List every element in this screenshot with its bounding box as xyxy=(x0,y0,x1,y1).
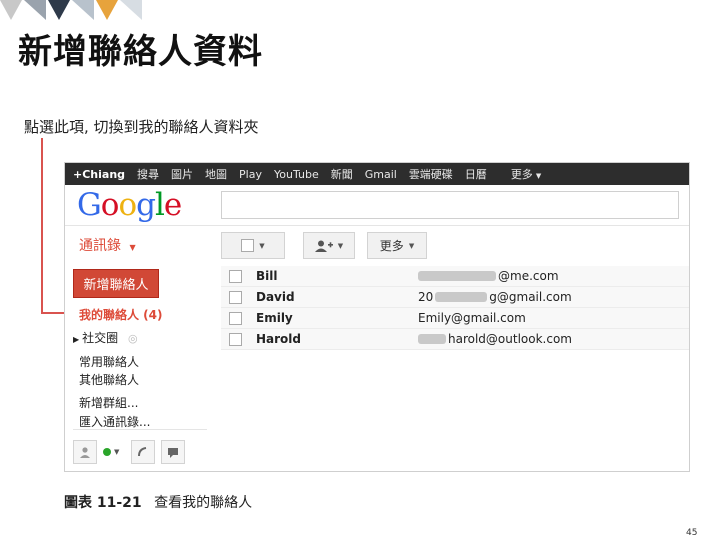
logo-letter: e xyxy=(163,187,182,223)
chat-button[interactable] xyxy=(161,440,186,464)
gbar-item-news[interactable]: 新聞 xyxy=(331,166,353,182)
gbar-item-calendar[interactable]: 日曆 xyxy=(465,166,487,182)
chat-bar: ▼ xyxy=(73,439,193,465)
gbar-item-drive[interactable]: 雲端硬碟 xyxy=(409,166,453,182)
chevron-down-icon: ▼ xyxy=(114,448,120,456)
circles-label: 社交圈 xyxy=(82,331,119,345)
gbar-item-maps[interactable]: 地圖 xyxy=(205,166,227,182)
page-number: 45 xyxy=(686,528,698,538)
table-row[interactable]: Harold harold@outlook.com xyxy=(221,329,689,350)
chevron-down-icon: ▼ xyxy=(259,241,265,250)
contact-email: Emily@gmail.com xyxy=(418,311,526,325)
contacts-screenshot: +Chiang 搜尋 圖片 地圖 Play YouTube 新聞 Gmail 雲… xyxy=(64,162,690,472)
chevron-down-icon: ▼ xyxy=(408,241,415,250)
more-actions-button[interactable]: 更多 ▼ xyxy=(367,232,427,259)
contacts-menu[interactable]: 通訊錄 ▼ xyxy=(79,235,136,255)
phone-icon xyxy=(138,447,147,457)
sidebar-divider xyxy=(73,429,207,430)
row-checkbox[interactable] xyxy=(229,290,242,304)
gbar-item-images[interactable]: 圖片 xyxy=(171,166,193,182)
add-person-icon xyxy=(314,240,333,252)
email-text: harold@outlook.com xyxy=(448,332,572,346)
select-checkbox-button[interactable]: ▼ xyxy=(221,232,285,259)
figure-number: 圖表 11-21 xyxy=(64,495,142,511)
table-row[interactable]: Bill @me.com xyxy=(221,266,689,287)
contacts-label: 通訊錄 xyxy=(79,238,121,254)
chevron-down-icon: ▼ xyxy=(535,172,542,180)
email-prefix: 20 xyxy=(418,290,434,304)
add-to-circles-button[interactable]: ▼ xyxy=(303,232,355,259)
gbar-item-profile[interactable]: +Chiang xyxy=(73,168,125,181)
contact-email: harold@outlook.com xyxy=(418,332,572,346)
contact-name: Bill xyxy=(256,269,278,283)
redacted-block xyxy=(418,271,496,281)
table-row[interactable]: Emily Emily@gmail.com xyxy=(221,308,689,329)
redacted-block xyxy=(418,334,446,344)
gbar-item-gmail[interactable]: Gmail xyxy=(365,168,397,181)
figure-caption: 圖表 11-21 查看我的聯絡人 xyxy=(64,492,252,512)
logo-letter: g xyxy=(136,187,156,223)
slide-title: 新增聯絡人資料 xyxy=(18,32,263,72)
logo-letter: o xyxy=(118,187,137,223)
status-dot-icon[interactable] xyxy=(103,448,111,456)
chevron-down-icon: ▼ xyxy=(129,243,136,252)
search-input[interactable] xyxy=(221,191,679,219)
new-contact-button[interactable]: 新增聯絡人 xyxy=(73,269,159,298)
caret-right-icon: ▶ xyxy=(73,335,80,344)
contact-name: David xyxy=(256,290,295,304)
call-button[interactable] xyxy=(131,440,156,464)
gbar-item-play[interactable]: Play xyxy=(239,168,262,181)
person-icon xyxy=(80,447,90,458)
logo-letter: l xyxy=(154,187,165,223)
avatar[interactable] xyxy=(73,440,97,464)
contact-name: Harold xyxy=(256,332,302,346)
logo-letter: G xyxy=(77,187,102,223)
gbar-item-search[interactable]: 搜尋 xyxy=(137,166,159,182)
more-label: 更多 xyxy=(379,239,404,253)
header-divider xyxy=(65,225,689,226)
sidebar-item-import[interactable]: 匯入通訊錄... xyxy=(79,413,150,430)
sidebar-item-new-group[interactable]: 新增群組... xyxy=(79,394,138,411)
table-row[interactable]: David 20 g@gmail.com xyxy=(221,287,689,308)
sidebar-item-my-contacts[interactable]: 我的聯絡人 (4) xyxy=(79,306,163,323)
redacted-block xyxy=(435,292,488,302)
figure-text: 查看我的聯絡人 xyxy=(154,495,253,511)
google-bar: +Chiang 搜尋 圖片 地圖 Play YouTube 新聞 Gmail 雲… xyxy=(65,163,689,185)
row-checkbox[interactable] xyxy=(229,311,242,325)
row-checkbox[interactable] xyxy=(229,332,242,346)
sidebar-item-other[interactable]: 其他聯絡人 xyxy=(79,371,139,388)
row-checkbox[interactable] xyxy=(229,269,242,283)
contact-email: @me.com xyxy=(418,269,559,283)
contact-name: Emily xyxy=(256,311,293,325)
email-text: g@gmail.com xyxy=(489,290,572,304)
sidebar-item-frequent[interactable]: 常用聯絡人 xyxy=(79,353,139,370)
instruction-text: 點選此項, 切換到我的聯絡人資料夾 xyxy=(24,118,259,136)
top-decoration xyxy=(0,0,142,20)
logo-letter: o xyxy=(100,187,120,223)
chevron-down-icon: ▼ xyxy=(337,241,344,250)
checkbox-icon xyxy=(241,239,255,252)
contact-list: Bill @me.com David 20 g@gmail.com Emily E… xyxy=(221,266,689,350)
gbar-item-more[interactable]: 更多 ▼ xyxy=(499,166,541,182)
email-text: @me.com xyxy=(498,269,559,283)
sidebar-item-circles[interactable]: ▶ 社交圈 ◎ xyxy=(73,329,138,346)
chat-bubble-icon xyxy=(168,448,179,458)
callout-line xyxy=(41,138,43,313)
circle-icon: ◎ xyxy=(128,332,138,345)
gbar-item-youtube[interactable]: YouTube xyxy=(274,168,319,181)
contact-email: 20 g@gmail.com xyxy=(418,290,572,304)
google-logo[interactable]: Google xyxy=(77,187,182,223)
